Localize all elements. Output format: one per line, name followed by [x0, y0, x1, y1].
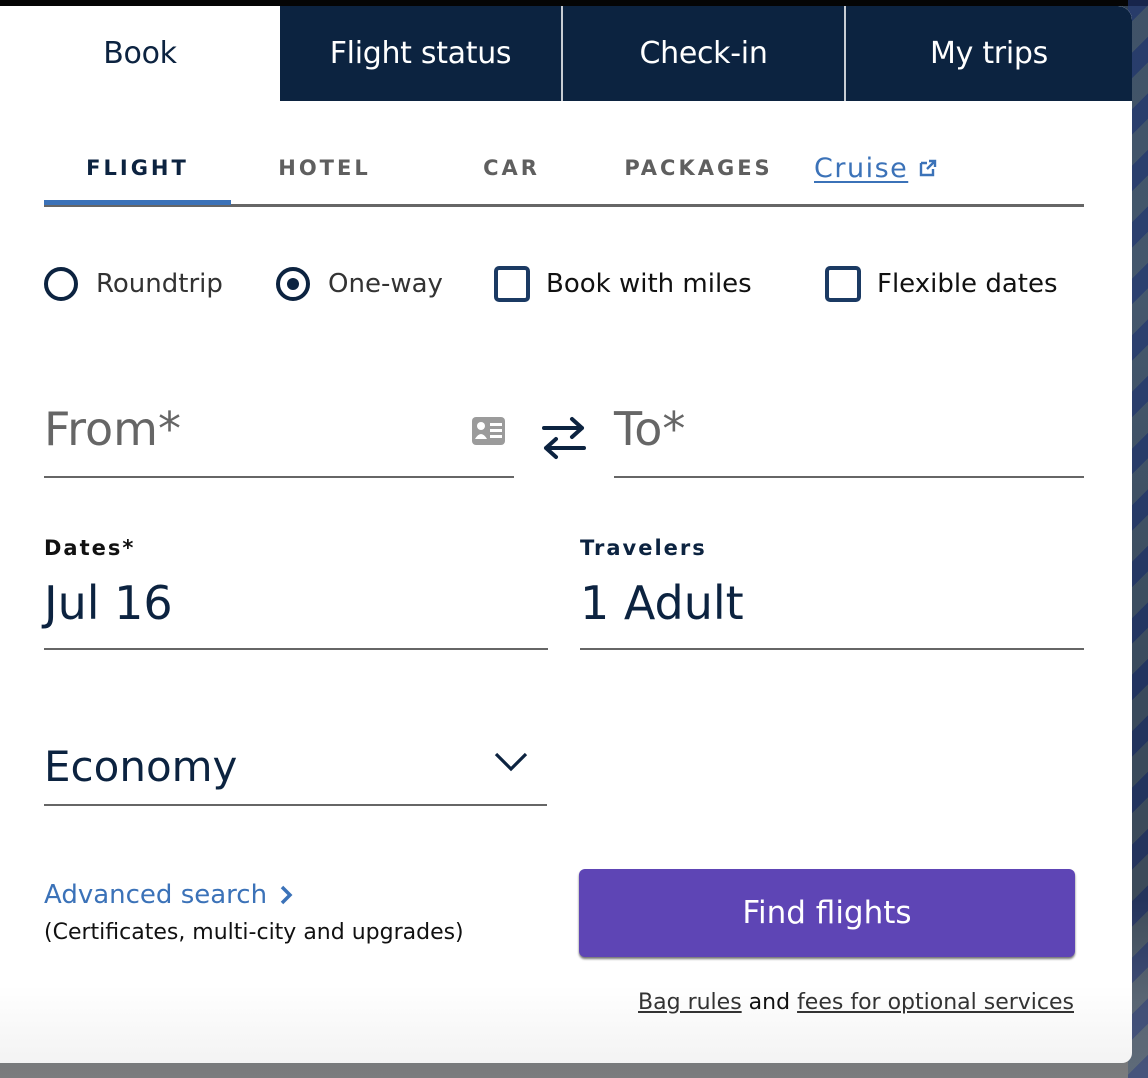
dates-input[interactable]: Dates* Jul 16	[44, 534, 548, 650]
to-input[interactable]: To*	[614, 394, 1084, 478]
checkbox-label: Flexible dates	[877, 269, 1058, 299]
to-placeholder: To*	[614, 402, 686, 456]
chevron-down-icon	[494, 752, 528, 772]
dates-label: Dates*	[44, 536, 136, 560]
radio-button-selected[interactable]	[276, 267, 310, 301]
advanced-search-description: (Certificates, multi-city and upgrades)	[44, 920, 464, 945]
cabin-value: Economy	[44, 742, 238, 791]
footer-links: Bag rules and fees for optional services	[638, 990, 1074, 1015]
swap-airports-icon[interactable]	[540, 414, 588, 462]
cabin-select[interactable]: Economy	[44, 736, 547, 806]
subtab-cruise-link[interactable]: Cruise	[814, 134, 954, 202]
tab-flight-status[interactable]: Flight status	[280, 6, 563, 101]
checkbox[interactable]	[494, 266, 530, 302]
tab-my-trips[interactable]: My trips	[846, 6, 1132, 101]
travelers-label: Travelers	[580, 536, 707, 560]
top-tabs: Book Flight status Check-in My trips	[0, 6, 1132, 101]
bag-rules-link[interactable]: Bag rules	[638, 990, 742, 1015]
travelers-input[interactable]: Travelers 1 Adult	[580, 534, 1084, 650]
booking-widget: Book Flight status Check-in My trips FLI…	[0, 6, 1132, 1063]
radio-button[interactable]	[44, 267, 78, 301]
radio-label: One-way	[328, 269, 443, 299]
subtab-packages[interactable]: PACKAGES	[605, 134, 792, 202]
find-flights-button[interactable]: Find flights	[579, 869, 1075, 957]
tab-book[interactable]: Book	[0, 6, 280, 101]
tab-check-in[interactable]: Check-in	[563, 6, 846, 101]
chevron-right-icon	[280, 885, 293, 905]
advanced-search-label: Advanced search	[44, 880, 268, 910]
checkbox-flexible-dates[interactable]: Flexible dates	[825, 262, 1058, 306]
external-link-icon	[920, 159, 937, 177]
checkbox-label: Book with miles	[546, 269, 752, 299]
advanced-search-link[interactable]: Advanced search	[44, 880, 293, 910]
subtab-flight[interactable]: FLIGHT	[44, 134, 231, 205]
subtab-hotel[interactable]: HOTEL	[231, 134, 418, 202]
product-tabs: FLIGHT HOTEL CAR PACKAGES Cruise	[44, 134, 1084, 207]
footer-and-text: and	[748, 990, 791, 1015]
radio-one-way[interactable]: One-way	[276, 262, 443, 306]
cruise-link-label[interactable]: Cruise	[814, 153, 908, 184]
from-input[interactable]: From*	[44, 394, 514, 478]
dates-value: Jul 16	[44, 576, 173, 630]
travelers-value: 1 Adult	[580, 576, 744, 630]
optional-fees-link[interactable]: fees for optional services	[797, 990, 1074, 1015]
contact-card-icon[interactable]	[472, 417, 505, 445]
checkbox[interactable]	[825, 266, 861, 302]
checkbox-book-with-miles[interactable]: Book with miles	[494, 262, 752, 306]
radio-roundtrip[interactable]: Roundtrip	[44, 262, 223, 306]
radio-label: Roundtrip	[96, 269, 223, 299]
from-placeholder: From*	[44, 402, 181, 456]
subtab-car[interactable]: CAR	[418, 134, 605, 202]
